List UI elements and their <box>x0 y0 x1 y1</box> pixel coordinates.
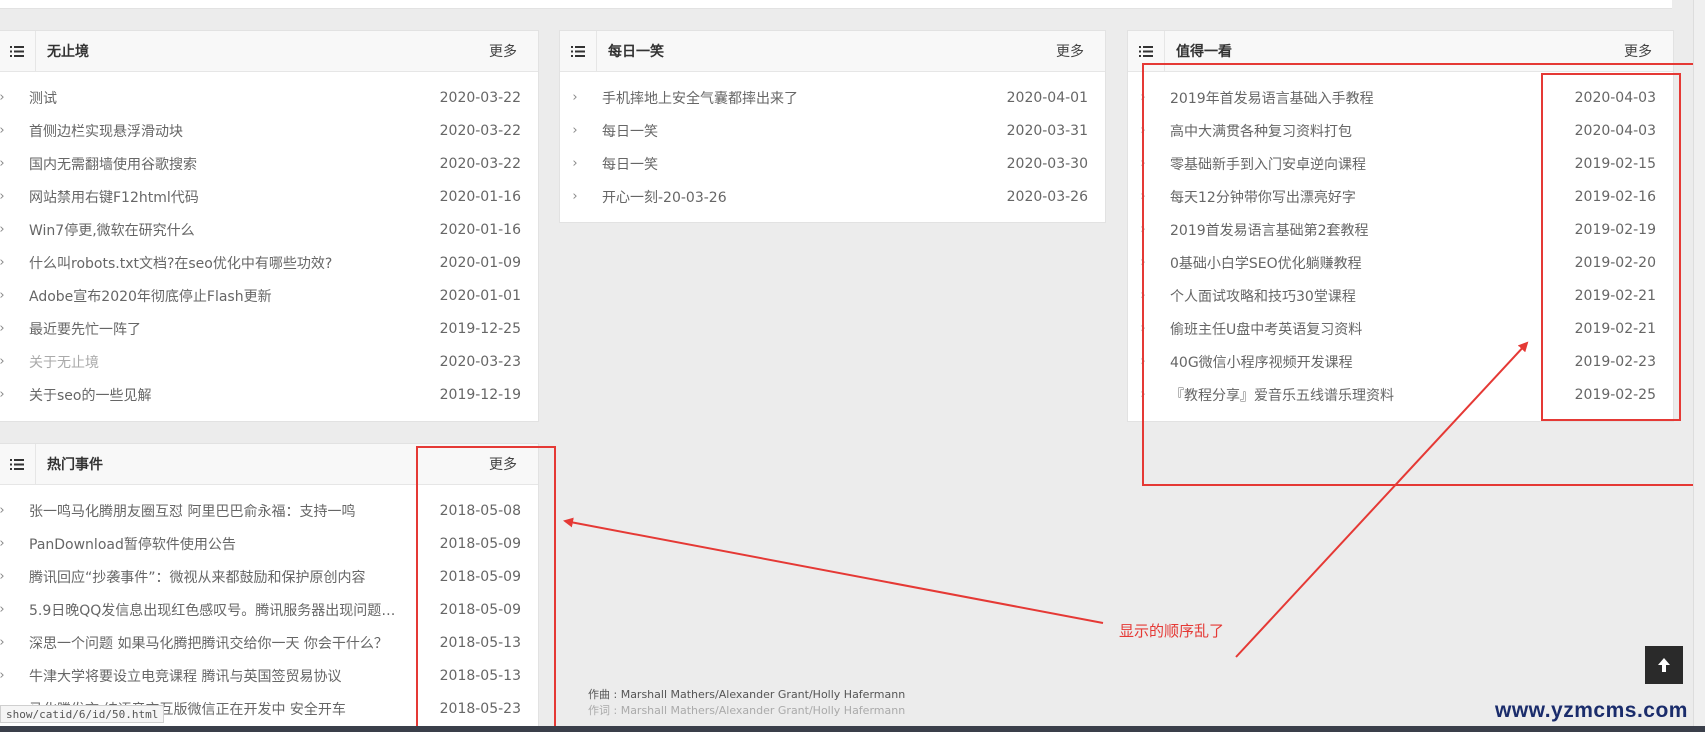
item-date: 2020-03-26 <box>1006 188 1088 205</box>
chevron-right-icon: › <box>0 569 11 584</box>
chevron-right-icon: › <box>0 668 11 683</box>
item-title[interactable]: 网站禁用右键F12html代码 <box>29 187 199 207</box>
chevron-right-icon: › <box>0 602 11 617</box>
list-item[interactable]: › 国内无需翻墙使用谷歌搜索 2020-03-22 <box>0 147 538 180</box>
highlight-box-hot-dates <box>416 446 556 730</box>
item-title[interactable]: 腾讯回应“抄袭事件”：微视从来都鼓励和保护原创内容 <box>29 567 366 587</box>
list-item[interactable]: › 什么叫robots.txt文档?在seo优化中有哪些功效? 2020-01-09 <box>0 246 538 279</box>
item-date: 2020-01-01 <box>439 287 521 304</box>
list-item[interactable]: › 每日一笑 2020-03-31 <box>560 114 1105 147</box>
item-title[interactable]: 牛津大学将要设立电竞课程 腾讯与英国签贸易协议 <box>29 666 341 686</box>
item-title[interactable]: 每日一笑 <box>602 121 658 141</box>
chevron-right-icon: › <box>0 189 11 204</box>
item-date: 2020-03-22 <box>439 89 521 106</box>
item-title[interactable]: 5.9日晚QQ发信息出现红色感叹号。腾讯服务器出现问题。腾讯回应 <box>29 600 409 620</box>
chevron-right-icon: › <box>572 90 578 105</box>
chevron-right-icon: › <box>0 288 11 303</box>
highlight-box-worth-dates <box>1541 73 1681 421</box>
site-watermark: www.yzmcms.com <box>1495 699 1688 722</box>
item-date: 2020-03-31 <box>1006 122 1088 139</box>
item-title[interactable]: 关于seo的一些见解 <box>29 385 151 405</box>
item-title[interactable]: 什么叫robots.txt文档?在seo优化中有哪些功效? <box>29 253 332 273</box>
item-date: 2019-12-19 <box>439 386 521 403</box>
list-icon <box>0 31 36 71</box>
chevron-right-icon: › <box>572 123 578 138</box>
item-title[interactable]: 开心一刻-20-03-26 <box>602 187 727 207</box>
list-item[interactable]: › 最近要先忙一阵了 2019-12-25 <box>0 312 538 345</box>
item-date: 2020-03-30 <box>1006 155 1088 172</box>
list-item[interactable]: › 手机摔地上安全气囊都摔出来了 2020-04-01 <box>560 81 1105 114</box>
credits-lyricist: 作词 : Marshall Mathers/Alexander Grant/Ho… <box>588 704 906 717</box>
chevron-right-icon: › <box>0 387 11 402</box>
panel-title: 热门事件 <box>47 457 103 473</box>
list-item[interactable]: › 开心一刻-20-03-26 2020-03-26 <box>560 180 1105 213</box>
list-item[interactable]: › Win7停更,微软在研究什么 2020-01-16 <box>0 213 538 246</box>
chevron-right-icon: › <box>0 90 11 105</box>
chevron-right-icon: › <box>572 189 578 204</box>
panel-title: 值得一看 <box>1176 44 1232 60</box>
item-title[interactable]: 最近要先忙一阵了 <box>29 319 141 339</box>
credits-composer: 作曲 : Marshall Mathers/Alexander Grant/Ho… <box>588 688 906 701</box>
chevron-right-icon: › <box>0 222 11 237</box>
more-link[interactable]: 更多 <box>489 41 517 61</box>
list-item[interactable]: › 每日一笑 2020-03-30 <box>560 147 1105 180</box>
panel-title: 无止境 <box>47 44 89 60</box>
item-title[interactable]: 国内无需翻墙使用谷歌搜索 <box>29 154 197 174</box>
item-date: 2020-01-16 <box>439 221 521 238</box>
item-title[interactable]: 每日一笑 <box>602 154 658 174</box>
chevron-right-icon: › <box>0 536 11 551</box>
list-icon <box>560 31 597 71</box>
annotation-text: 显示的顺序乱了 <box>1119 622 1225 640</box>
list-item[interactable]: › 关于seo的一些见解 2019-12-19 <box>0 378 538 411</box>
item-title[interactable]: 深思一个问题 如果马化腾把腾讯交给你一天 你会干什么？ <box>29 633 388 653</box>
arrow-to-hot-dates <box>563 517 1104 624</box>
panel-header: 每日一笑 更多 <box>560 31 1105 72</box>
list-icon <box>0 444 36 484</box>
panel-title: 每日一笑 <box>608 44 664 60</box>
chevron-right-icon: › <box>0 156 11 171</box>
item-title[interactable]: 首侧边栏实现悬浮滑动块 <box>29 121 183 141</box>
more-link[interactable]: 更多 <box>1056 41 1084 61</box>
chevron-right-icon: › <box>0 123 11 138</box>
list-item[interactable]: › 关于无止境 2020-03-23 <box>0 345 538 378</box>
item-date: 2020-01-09 <box>439 254 521 271</box>
os-taskbar <box>0 726 1705 732</box>
chevron-right-icon: › <box>0 255 11 270</box>
more-link[interactable]: 更多 <box>1624 41 1652 61</box>
back-to-top-button[interactable] <box>1645 646 1683 684</box>
chevron-right-icon: › <box>0 503 11 518</box>
item-date: 2020-01-16 <box>439 188 521 205</box>
chevron-right-icon: › <box>0 321 11 336</box>
item-title[interactable]: 张一鸣马化腾朋友圈互怼 阿里巴巴俞永福：支持一鸣 <box>29 501 355 521</box>
panel-meiriyixiao: 每日一笑 更多 › 手机摔地上安全气囊都摔出来了 2020-04-01 › 每日一笑 2… <box>559 30 1106 223</box>
list-item[interactable]: › 网站禁用右键F12html代码 2020-01-16 <box>0 180 538 213</box>
list-item[interactable]: › Adobe宣布2020年彻底停止Flash更新 2020-01-01 <box>0 279 538 312</box>
status-bar-url: show/catid/6/id/50.html <box>0 705 165 723</box>
article-list: › 测试 2020-03-22 › 首侧边栏实现悬浮滑动块 2020-03-22 › 国内… <box>0 72 538 411</box>
chevron-right-icon: › <box>0 635 11 650</box>
page-scrollbar[interactable] <box>1693 0 1705 726</box>
item-title[interactable]: PanDownload暂停软件使用公告 <box>29 534 236 554</box>
top-bar <box>0 0 1672 9</box>
item-date: 2020-04-01 <box>1006 89 1088 106</box>
panel-wuzhijing: 无止境 更多 › 测试 2020-03-22 › 首侧边栏实现悬浮滑动块 2020-03… <box>0 30 539 422</box>
chevron-right-icon: › <box>572 156 578 171</box>
item-date: 2020-03-22 <box>439 122 521 139</box>
chevron-right-icon: › <box>0 354 11 369</box>
article-list: › 手机摔地上安全气囊都摔出来了 2020-04-01 › 每日一笑 2020-03-3… <box>560 72 1105 213</box>
panel-header: 无止境 更多 <box>0 31 538 72</box>
item-date: 2020-03-22 <box>439 155 521 172</box>
list-item[interactable]: › 首侧边栏实现悬浮滑动块 2020-03-22 <box>0 114 538 147</box>
list-item[interactable]: › 测试 2020-03-22 <box>0 81 538 114</box>
arrow-up-icon <box>1658 658 1670 672</box>
item-title[interactable]: 测试 <box>29 88 57 108</box>
item-title[interactable]: 手机摔地上安全气囊都摔出来了 <box>602 88 798 108</box>
item-date: 2020-03-23 <box>439 353 521 370</box>
item-title[interactable]: Adobe宣布2020年彻底停止Flash更新 <box>29 286 272 306</box>
item-title[interactable]: 关于无止境 <box>29 352 99 372</box>
item-title[interactable]: Win7停更,微软在研究什么 <box>29 220 195 240</box>
item-date: 2019-12-25 <box>439 320 521 337</box>
